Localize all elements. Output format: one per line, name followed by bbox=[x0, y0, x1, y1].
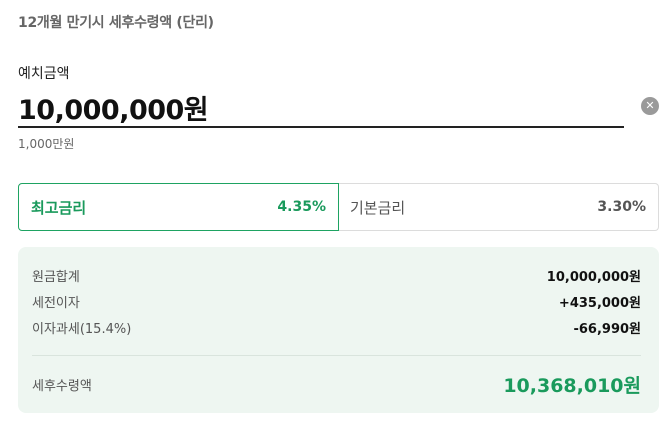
base-rate-tab[interactable]: 기본금리 3.30% bbox=[338, 183, 659, 231]
max-rate-tab[interactable]: 최고금리 4.35% bbox=[18, 183, 339, 231]
interest-tax-value: -66,990원 bbox=[573, 322, 641, 337]
principal-label: 원금합계 bbox=[32, 270, 80, 285]
deposit-amount-label: 예치금액 bbox=[18, 66, 70, 82]
after-tax-total-row: 세후수령액 10,368,010원 bbox=[32, 371, 641, 398]
clear-icon[interactable]: ✕ bbox=[641, 97, 659, 115]
base-rate-label: 기본금리 bbox=[350, 198, 406, 217]
interest-tax-label: 이자과세(15.4%) bbox=[32, 322, 132, 337]
deposit-amount-value[interactable]: 10,000,000원 bbox=[18, 88, 209, 127]
max-rate-value: 4.35% bbox=[277, 199, 326, 215]
max-rate-label: 최고금리 bbox=[31, 198, 87, 217]
interest-tax-row: 이자과세(15.4%) -66,990원 bbox=[32, 318, 641, 337]
pretax-interest-value: +435,000원 bbox=[558, 296, 641, 311]
after-tax-total-label: 세후수령액 bbox=[32, 379, 92, 394]
after-tax-total-value: 10,368,010원 bbox=[503, 375, 641, 397]
principal-value: 10,000,000원 bbox=[546, 270, 641, 285]
page-title: 12개월 만기시 세후수령액 (단리) bbox=[18, 15, 214, 31]
pretax-interest-row: 세전이자 +435,000원 bbox=[32, 292, 641, 311]
summary-divider bbox=[32, 355, 641, 356]
summary-panel: 원금합계 10,000,000원 세전이자 +435,000원 이자과세(15.… bbox=[18, 247, 659, 413]
deposit-amount-hint: 1,000만원 bbox=[18, 137, 75, 151]
base-rate-value: 3.30% bbox=[597, 199, 646, 215]
pretax-interest-label: 세전이자 bbox=[32, 296, 80, 311]
principal-row: 원금합계 10,000,000원 bbox=[32, 266, 641, 285]
deposit-amount-field[interactable]: 10,000,000원 bbox=[18, 84, 624, 128]
